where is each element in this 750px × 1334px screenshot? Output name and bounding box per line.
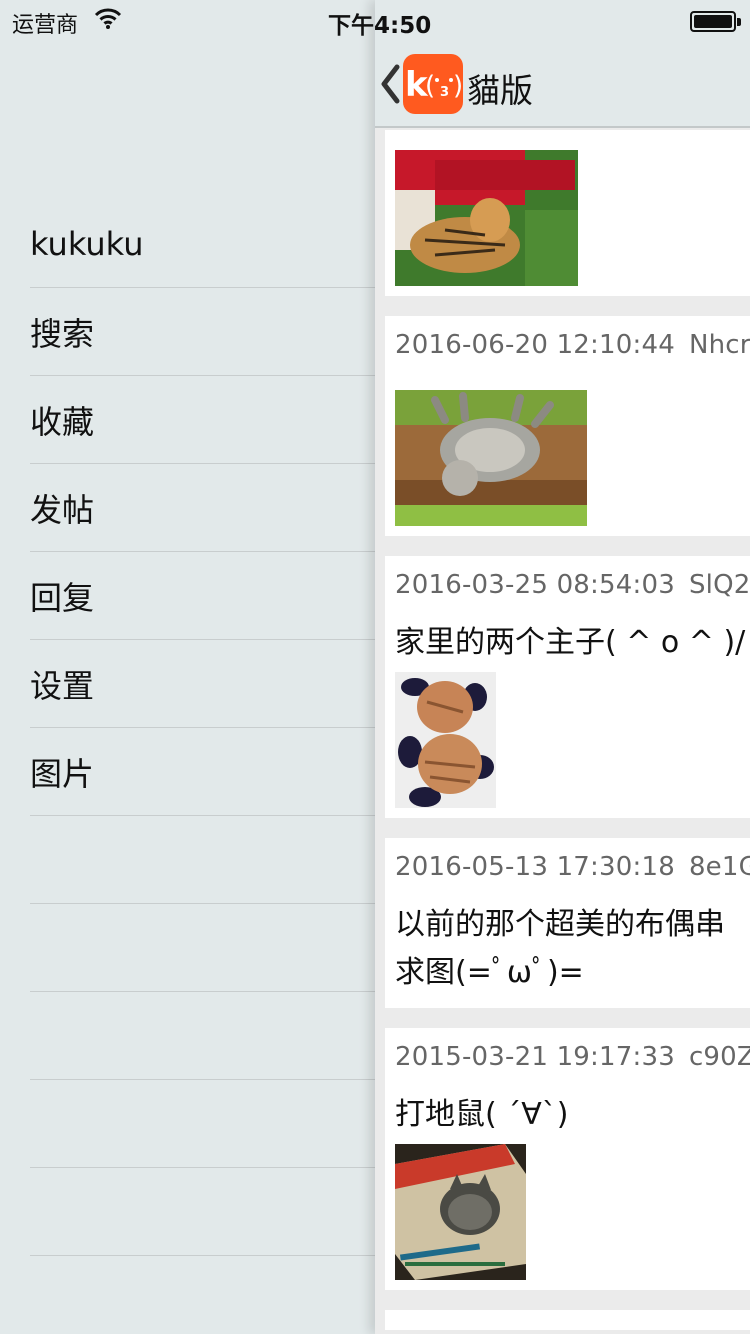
post-author: c90Zb (688, 1042, 750, 1072)
menu-item-label: kukuku (30, 225, 144, 263)
menu-item-label: 图片 (30, 755, 95, 793)
post-card[interactable]: 2016-05-13 17:30:18 8e1Gk 以前的那个超美的布偶串 求图(… (385, 838, 750, 1008)
post-card[interactable] (385, 1310, 750, 1330)
menu-item-new-post[interactable]: 发帖 (0, 464, 375, 552)
menu-item-empty[interactable] (0, 1080, 375, 1168)
post-meta: 2015-03-21 19:17:33 c90Zb (395, 1028, 750, 1088)
post-text-line2: 求图(=ﾟωﾟ)= (395, 955, 584, 990)
post-card[interactable]: 2015-03-21 19:17:33 c90Zb 打地鼠( ´∀`) (385, 1028, 750, 1290)
menu-item-label: 搜索 (30, 315, 95, 353)
post-image[interactable] (395, 150, 578, 286)
post-meta: 2016-06-20 12:10:44 Nhcrb (395, 316, 750, 376)
svg-text:(: ( (425, 71, 435, 101)
svg-text:): ) (453, 71, 463, 101)
post-timestamp: 2016-03-25 08:54:03 (395, 570, 675, 600)
post-timestamp: 2016-05-13 17:30:18 (395, 852, 675, 882)
app-logo[interactable]: k ( 3 ) (403, 54, 463, 114)
menu-item-label: 设置 (30, 667, 95, 705)
post-author: SlQ2u (688, 570, 750, 600)
clock: 下午4:50 (328, 13, 432, 39)
post-author: Nhcrb (688, 330, 750, 360)
main-panel: k ( 3 ) 貓版 2016-06-20 12:10:44 Nhcr 2016… (375, 0, 750, 1334)
menu-item-label: 回复 (30, 579, 95, 617)
post-author: 8e1Gk (688, 852, 750, 882)
menu-item-empty[interactable] (0, 816, 375, 904)
battery-icon (690, 11, 741, 32)
post-image[interactable] (395, 672, 496, 808)
menu-item-search[interactable]: 搜索 (0, 288, 375, 376)
menu-item-empty[interactable] (0, 992, 375, 1080)
status-bar: 运营商 下午4:50 (0, 0, 750, 40)
post-card[interactable]: 2016-03-25 08:54:03 SlQ2u 家里的两个主子( ^ o ^ … (385, 556, 750, 818)
post-image[interactable] (395, 390, 587, 526)
post-text: 家里的两个主子( ^ o ^ )/ (395, 625, 746, 660)
menu-item-empty[interactable] (0, 1168, 375, 1256)
post-meta: 2016-05-13 17:30:18 8e1Gk (395, 838, 750, 898)
carrier-label: 运营商 (12, 13, 79, 38)
kukuku-logo-icon: k ( 3 ) (405, 65, 463, 105)
post-timestamp: 2016-06-20 12:10:44 (395, 330, 675, 360)
menu-item-kukuku[interactable]: kukuku (0, 200, 375, 288)
post-text: 打地鼠( ´∀`) (395, 1097, 569, 1132)
post-meta: 2016-03-25 08:54:03 SlQ2u (395, 556, 750, 616)
post-image[interactable] (395, 1144, 526, 1280)
post-card[interactable]: 2016-06-20 12:10:44 Nhcrb (385, 316, 750, 536)
menu-item-empty[interactable] (0, 904, 375, 992)
post-card[interactable] (385, 130, 750, 296)
menu-item-images[interactable]: 图片 (0, 728, 375, 816)
chevron-left-icon[interactable] (379, 64, 401, 104)
wifi-icon (94, 8, 122, 29)
side-menu: kukuku 搜索 收藏 发帖 回复 设置 图片 (0, 200, 375, 1256)
page-title: 貓版 (467, 71, 533, 110)
post-feed: 2016-06-20 12:10:44 Nhcrb 2016-03-25 08:5… (385, 130, 750, 1334)
svg-text:3: 3 (440, 85, 449, 100)
menu-item-favorites[interactable]: 收藏 (0, 376, 375, 464)
post-text: 以前的那个超美的布偶串 (395, 907, 725, 942)
menu-item-settings[interactable]: 设置 (0, 640, 375, 728)
menu-item-label: 发帖 (30, 491, 95, 529)
post-timestamp: 2015-03-21 19:17:33 (395, 1042, 675, 1072)
menu-item-label: 收藏 (30, 403, 95, 441)
menu-item-replies[interactable]: 回复 (0, 552, 375, 640)
